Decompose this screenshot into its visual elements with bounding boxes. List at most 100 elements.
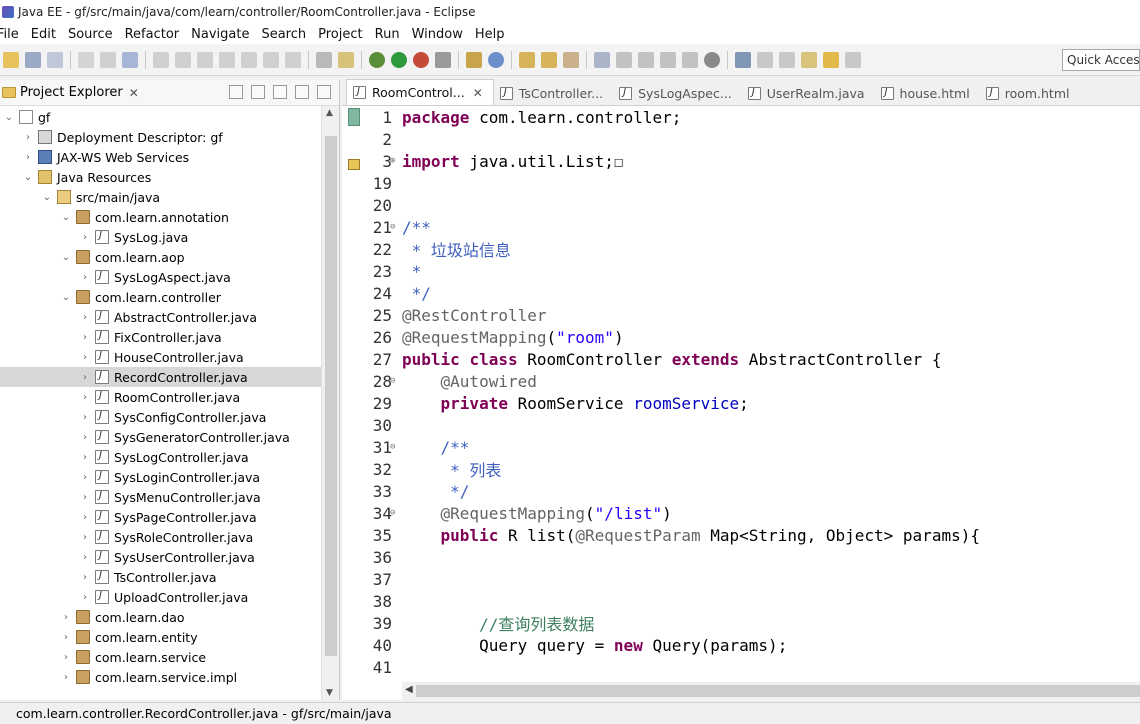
chevron-right-icon[interactable]: › bbox=[23, 132, 33, 143]
fold-toggle-icon[interactable]: ⊖ bbox=[390, 442, 400, 452]
chevron-right-icon[interactable]: › bbox=[61, 612, 71, 623]
close-tab-icon[interactable]: ✕ bbox=[473, 86, 483, 100]
menu-run[interactable]: Run bbox=[369, 27, 406, 42]
code-line[interactable]: 19 bbox=[342, 172, 1140, 194]
editor-tab[interactable]: house.html bbox=[875, 81, 980, 105]
step-return-icon[interactable] bbox=[285, 51, 301, 68]
code-line[interactable]: 26 @RequestMapping("room") bbox=[342, 326, 1140, 348]
code-line[interactable]: 20 bbox=[342, 194, 1140, 216]
chevron-right-icon[interactable]: › bbox=[61, 672, 71, 683]
toggle-icon[interactable] bbox=[682, 51, 698, 68]
menu-file[interactable]: File bbox=[0, 27, 25, 42]
new-icon[interactable] bbox=[3, 51, 19, 68]
chevron-right-icon[interactable]: › bbox=[80, 312, 90, 323]
globe-icon[interactable] bbox=[704, 51, 720, 68]
external-tools-icon[interactable] bbox=[413, 51, 429, 68]
menu-help[interactable]: Help bbox=[469, 27, 511, 42]
chevron-right-icon[interactable]: › bbox=[80, 452, 90, 463]
code-line[interactable]: 34 ⊖ @RequestMapping("/list") bbox=[342, 502, 1140, 524]
marker-icon[interactable] bbox=[563, 51, 579, 68]
fold-toggle-icon[interactable]: ⊕ bbox=[390, 156, 400, 166]
view-menu-icon[interactable] bbox=[273, 85, 287, 99]
quick-access-input[interactable]: Quick Access bbox=[1062, 49, 1140, 71]
tree-item[interactable]: › JAX-WS Web Services bbox=[0, 147, 322, 167]
chevron-right-icon[interactable]: › bbox=[80, 552, 90, 563]
editor-tab[interactable]: room.html bbox=[980, 81, 1080, 105]
close-icon[interactable]: ✕ bbox=[129, 86, 139, 100]
annotation-icon[interactable] bbox=[638, 51, 654, 68]
tree-item[interactable]: ⌄ gf bbox=[0, 107, 322, 127]
chevron-down-icon[interactable]: ⌄ bbox=[23, 172, 33, 183]
open-resource-icon[interactable] bbox=[541, 51, 557, 68]
menu-refactor[interactable]: Refactor bbox=[119, 27, 186, 42]
code-line[interactable]: 31 ⊖ /** bbox=[342, 436, 1140, 458]
menu-project[interactable]: Project bbox=[312, 27, 368, 42]
chevron-right-icon[interactable]: › bbox=[61, 632, 71, 643]
code-line[interactable]: 38 bbox=[342, 590, 1140, 612]
code-line[interactable]: 39 //查询列表数据 bbox=[342, 612, 1140, 635]
editor-tab[interactable]: UserRealm.java bbox=[742, 81, 875, 105]
resume-icon[interactable] bbox=[153, 51, 169, 68]
debug-icon[interactable] bbox=[369, 51, 385, 68]
chevron-right-icon[interactable]: › bbox=[80, 272, 90, 283]
new-class-icon[interactable] bbox=[488, 51, 504, 68]
chevron-right-icon[interactable]: › bbox=[61, 652, 71, 663]
new-java-project-icon[interactable] bbox=[466, 51, 482, 68]
code-line[interactable]: 22 * 垃圾站信息 bbox=[342, 238, 1140, 261]
code-line[interactable]: 36 bbox=[342, 546, 1140, 568]
code-line[interactable]: 32 * 列表 bbox=[342, 458, 1140, 481]
code-line[interactable]: 30 bbox=[342, 414, 1140, 436]
tree-item[interactable]: › SysGeneratorController.java bbox=[0, 427, 322, 447]
tree-item[interactable]: › SysLogController.java bbox=[0, 447, 322, 467]
tree-item[interactable]: › SysUserController.java bbox=[0, 547, 322, 567]
code-line[interactable]: 37 bbox=[342, 568, 1140, 590]
binary-icon[interactable] bbox=[78, 51, 94, 68]
tree-item[interactable]: › com.learn.service bbox=[0, 647, 322, 667]
tree-item[interactable]: › HouseController.java bbox=[0, 347, 322, 367]
chevron-right-icon[interactable]: › bbox=[80, 332, 90, 343]
terminate-icon[interactable] bbox=[197, 51, 213, 68]
link-with-editor-icon[interactable] bbox=[251, 85, 265, 99]
chevron-right-icon[interactable]: › bbox=[80, 412, 90, 423]
editor-tab[interactable]: SysLogAspec... bbox=[613, 81, 742, 105]
tree-item[interactable]: › RecordController.java bbox=[0, 367, 322, 387]
code-area[interactable]: 1 package com.learn.controller; 2 3 ⊕ import … bbox=[342, 106, 1140, 682]
code-line[interactable]: 25 @RestController bbox=[342, 304, 1140, 326]
save-icon[interactable] bbox=[25, 51, 41, 68]
build-icon[interactable] bbox=[100, 51, 116, 68]
tree-item[interactable]: ⌄ com.learn.annotation bbox=[0, 207, 322, 227]
chevron-down-icon[interactable]: ⌄ bbox=[61, 252, 71, 263]
tree-item[interactable]: › com.learn.service.impl bbox=[0, 667, 322, 687]
code-line[interactable]: 28 ⊖ @Autowired bbox=[342, 370, 1140, 392]
tree-item[interactable]: › SysConfigController.java bbox=[0, 407, 322, 427]
next-annotation-icon[interactable] bbox=[757, 51, 773, 68]
menu-edit[interactable]: Edit bbox=[25, 27, 62, 42]
tree-item[interactable]: › FixController.java bbox=[0, 327, 322, 347]
scrollbar-thumb[interactable] bbox=[325, 136, 337, 656]
code-line[interactable]: 40 Query query = new Query(params); bbox=[342, 634, 1140, 656]
scrollbar-thumb[interactable] bbox=[416, 685, 1140, 697]
editor-tab[interactable]: TsController... bbox=[494, 81, 613, 105]
tree-item[interactable]: › SysRoleController.java bbox=[0, 527, 322, 547]
pin-icon[interactable] bbox=[594, 51, 610, 68]
explorer-vertical-scrollbar[interactable]: ▲ ▼ bbox=[321, 106, 339, 700]
bug-icon[interactable] bbox=[735, 51, 751, 68]
scroll-down-icon[interactable]: ▼ bbox=[326, 688, 333, 698]
save-all-icon[interactable] bbox=[47, 51, 63, 68]
step-over-icon[interactable] bbox=[263, 51, 279, 68]
open-task-icon[interactable] bbox=[338, 51, 354, 68]
chevron-right-icon[interactable]: › bbox=[80, 472, 90, 483]
run-icon[interactable] bbox=[391, 51, 407, 68]
code-line[interactable]: 2 bbox=[342, 128, 1140, 150]
code-line[interactable]: 27 public class RoomController extends Ab… bbox=[342, 348, 1140, 370]
tree-item[interactable]: › SysPageController.java bbox=[0, 507, 322, 527]
minimize-icon[interactable] bbox=[295, 85, 309, 99]
back-icon[interactable] bbox=[823, 51, 839, 68]
chevron-right-icon[interactable]: › bbox=[80, 432, 90, 443]
code-line[interactable]: 3 ⊕ import java.util.List;☐ bbox=[342, 150, 1140, 172]
code-line[interactable]: 21 ⊖/** bbox=[342, 216, 1140, 238]
code-line[interactable]: 1 package com.learn.controller; bbox=[342, 106, 1140, 128]
chevron-right-icon[interactable]: › bbox=[80, 592, 90, 603]
chevron-right-icon[interactable]: › bbox=[80, 232, 90, 243]
tree-item[interactable]: › UploadController.java bbox=[0, 587, 322, 607]
